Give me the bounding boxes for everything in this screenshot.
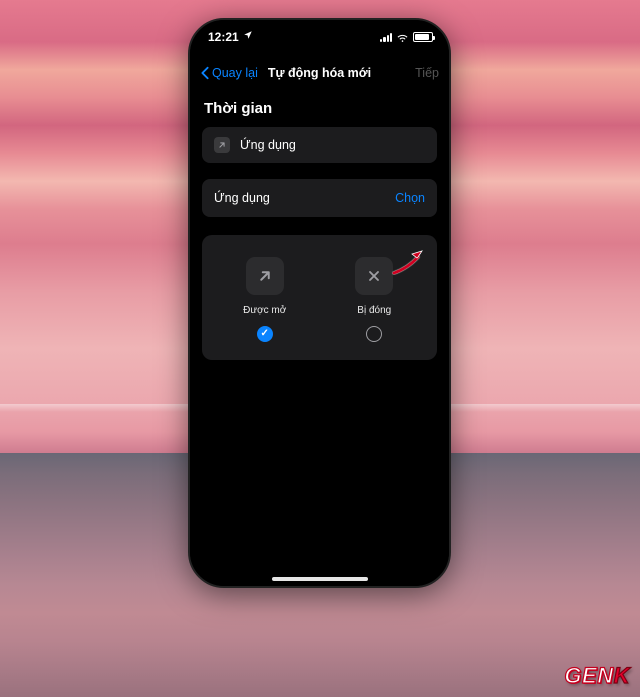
option-closed-radio[interactable] [366,326,382,342]
home-indicator[interactable] [272,577,368,581]
open-arrow-icon [246,257,284,295]
option-opened[interactable]: Được mở [214,257,315,342]
watermark-logo: GENK [564,663,630,689]
section-title: Thời gian [204,100,435,117]
status-time: 12:21 [208,30,239,44]
location-icon [243,30,253,43]
option-opened-label: Được mở [243,305,286,316]
app-summary-label: Ứng dụng [240,138,296,152]
next-button[interactable]: Tiếp [415,66,439,80]
choose-button[interactable]: Chọn [395,191,425,205]
phone-frame: 12:21 Quay lại Tự động hóa mới Tiếp [188,18,451,588]
wifi-icon [396,32,409,42]
status-bar: 12:21 [190,20,449,54]
app-open-arrow-icon [214,137,230,153]
choose-app-row[interactable]: Ứng dụng Chọn [202,179,437,217]
screen: 12:21 Quay lại Tự động hóa mới Tiếp [190,20,449,586]
close-x-icon [355,257,393,295]
navigation-bar: Quay lại Tự động hóa mới Tiếp [190,54,449,92]
cellular-signal-icon [380,33,392,42]
watermark-accent: K [614,663,630,688]
back-button[interactable]: Quay lại [200,66,258,80]
status-left: 12:21 [208,30,253,44]
watermark-brand: GEN [564,663,613,688]
status-right [380,32,433,42]
battery-icon [413,32,433,42]
annotation-arrow [390,248,430,281]
app-summary-cell[interactable]: Ứng dụng [202,127,437,163]
choose-app-label: Ứng dụng [214,191,270,205]
option-opened-radio[interactable] [257,326,273,342]
content-area: Thời gian Ứng dụng Ứng dụng Chọn Được mở [190,92,449,586]
option-closed-label: Bị đóng [357,305,391,316]
back-button-label: Quay lại [212,66,258,80]
